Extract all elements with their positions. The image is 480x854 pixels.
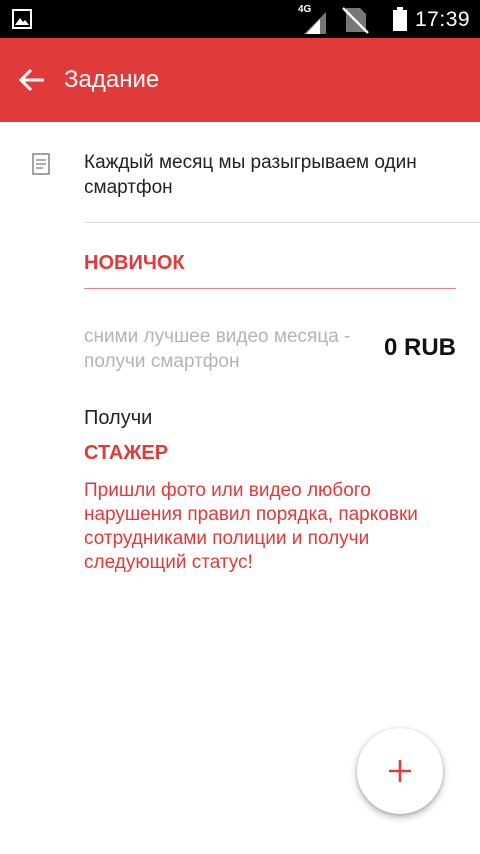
current-level-title: НОВИЧОК: [84, 252, 185, 274]
reward-amount: 0 RUB: [383, 334, 456, 361]
battery-icon: [392, 7, 408, 36]
get-label: Получи: [84, 407, 153, 429]
level-goal-text: сними лучшее видео месяца - получи смарт…: [84, 326, 351, 372]
no-sim-icon: [340, 6, 370, 39]
signal-icon: [300, 10, 328, 39]
image-icon: [12, 9, 32, 34]
next-level-title: СТАЖЕР: [84, 442, 169, 464]
divider: [84, 222, 480, 223]
app-bar: Задание: [0, 38, 480, 122]
arrow-back-icon[interactable]: [18, 67, 46, 93]
page-title: Задание: [64, 66, 160, 93]
next-level-description: Пришли фото или видео любого нарушения п…: [84, 480, 418, 573]
status-bar: 4G 17:39: [0, 0, 480, 38]
signal-indicator: 4G: [298, 4, 330, 34]
status-time: 17:39: [415, 8, 471, 31]
task-description: Каждый месяц мы разыгрываем один смартфо…: [84, 152, 417, 198]
add-button[interactable]: [357, 728, 443, 814]
document-icon: [32, 153, 50, 180]
level-divider: [84, 288, 456, 289]
